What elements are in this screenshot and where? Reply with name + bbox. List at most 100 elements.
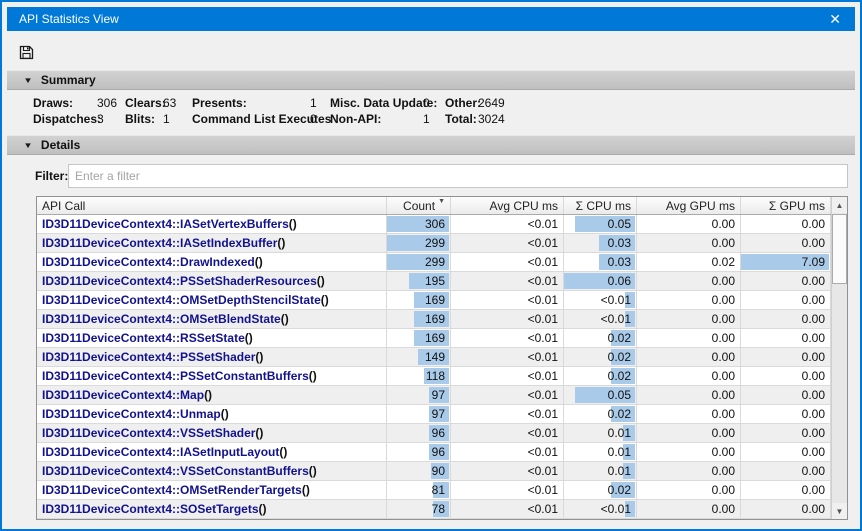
table-header-row: API Call Count▼Avg CPU msΣ CPU ms Avg GPU …	[37, 197, 847, 215]
scroll-down-button[interactable]: ▼	[832, 503, 847, 519]
sum-cpu-cell: 0.01	[564, 424, 637, 442]
table-row[interactable]: ID3D11DeviceContext4::IASetVertexBuffers…	[37, 215, 831, 234]
scroll-thumb[interactable]	[832, 214, 847, 284]
close-icon[interactable]: ✕	[827, 11, 843, 27]
table-row[interactable]: ID3D11DeviceContext4::Map()97<0.010.050.…	[37, 386, 831, 405]
api-call-parens: ()	[302, 483, 310, 497]
api-call-name: ID3D11DeviceContext4::VSSetShader	[42, 426, 255, 440]
cell-value: 7.09	[802, 255, 825, 269]
cell-value: <0.01	[528, 350, 558, 364]
sum-gpu-cell: 0.00	[741, 481, 831, 499]
api-call-parens: ()	[255, 426, 263, 440]
sum-gpu-cell: 0.00	[741, 310, 831, 328]
summary-stats: Draws:306Clears:63Presents:1Misc. Data U…	[33, 95, 528, 127]
table-row[interactable]: ID3D11DeviceContext4::RSSetState()169<0.…	[37, 329, 831, 348]
sum-gpu-cell: 0.00	[741, 462, 831, 480]
column-header-label: Avg GPU ms	[666, 199, 735, 213]
save-button[interactable]	[14, 40, 38, 64]
avg-gpu-cell: 0.00	[637, 462, 741, 480]
table-row[interactable]: ID3D11DeviceContext4::OMSetBlendState()1…	[37, 310, 831, 329]
collapse-triangle-icon: ▼	[23, 141, 33, 150]
cell-value: <0.01	[528, 388, 558, 402]
cell-value: <0.01	[528, 217, 558, 231]
column-header-avg-gpu-ms[interactable]: Avg GPU ms	[637, 197, 741, 214]
summary-stat-value-draws: 306	[97, 96, 125, 110]
table-row[interactable]: ID3D11DeviceContext4::VSSetConstantBuffe…	[37, 462, 831, 481]
count-cell: 90	[387, 462, 451, 480]
sum-cpu-cell: 0.06	[564, 272, 637, 290]
cell-value: 0.06	[608, 274, 631, 288]
table-row[interactable]: ID3D11DeviceContext4::IASetInputLayout()…	[37, 443, 831, 462]
count-cell: 97	[387, 386, 451, 404]
cell-value: 0.00	[802, 388, 825, 402]
avg-cpu-cell: <0.01	[451, 329, 564, 347]
column-header-count[interactable]: Count▼	[387, 197, 451, 214]
cell-value: <0.01	[528, 312, 558, 326]
api-call-cell: ID3D11DeviceContext4::OMSetBlendState()	[37, 310, 387, 328]
summary-stat-value-misc-data-update: 0	[423, 96, 445, 110]
column-header-avg-cpu-ms[interactable]: Avg CPU ms	[451, 197, 564, 214]
api-call-name: ID3D11DeviceContext4::Map	[42, 388, 204, 402]
table-row[interactable]: ID3D11DeviceContext4::PSSetShaderResourc…	[37, 272, 831, 291]
sum-cpu-cell: 0.05	[564, 215, 637, 233]
avg-gpu-cell: 0.00	[637, 500, 741, 518]
cell-value: 0.02	[608, 407, 631, 421]
cell-value: 0.00	[712, 293, 735, 307]
avg-cpu-cell: <0.01	[451, 272, 564, 290]
summary-stat-label-clears: Clears:	[125, 96, 163, 110]
vertical-scrollbar[interactable]: ▲ ▼	[831, 197, 847, 519]
cell-value: 90	[432, 464, 445, 478]
cell-value: 0.01	[608, 445, 631, 459]
cell-value: 0.00	[712, 464, 735, 478]
cell-value: 0.00	[712, 426, 735, 440]
sum-gpu-cell: 0.00	[741, 348, 831, 366]
api-call-name: ID3D11DeviceContext4::RSSetState	[42, 331, 245, 345]
table-row[interactable]: ID3D11DeviceContext4::OMSetDepthStencilS…	[37, 291, 831, 310]
summary-stat-value-total: 3024	[478, 112, 528, 126]
table-row[interactable]: ID3D11DeviceContext4::SOSetTargets()78<0…	[37, 500, 831, 519]
sum-gpu-cell: 0.00	[741, 215, 831, 233]
cell-value: <0.01	[601, 312, 631, 326]
table-row[interactable]: ID3D11DeviceContext4::VSSetShader()96<0.…	[37, 424, 831, 443]
cell-value: 0.00	[712, 445, 735, 459]
api-call-cell: ID3D11DeviceContext4::OMSetDepthStencilS…	[37, 291, 387, 309]
avg-gpu-cell: 0.00	[637, 291, 741, 309]
summary-stat-label-misc-data-update: Misc. Data Update:	[330, 96, 423, 110]
sum-cpu-cell: <0.01	[564, 500, 637, 518]
sum-cpu-cell: 0.02	[564, 367, 637, 385]
sum-gpu-cell: 0.00	[741, 500, 831, 518]
avg-gpu-cell: 0.00	[637, 481, 741, 499]
filter-input[interactable]	[68, 164, 848, 188]
cell-value: 97	[432, 388, 445, 402]
api-call-name: ID3D11DeviceContext4::IASetIndexBuffer	[42, 236, 277, 250]
api-call-name: ID3D11DeviceContext4::VSSetConstantBuffe…	[42, 464, 309, 478]
cell-value: <0.01	[528, 255, 558, 269]
api-call-parens: ()	[277, 236, 285, 250]
table-row[interactable]: ID3D11DeviceContext4::PSSetShader()149<0…	[37, 348, 831, 367]
column-header-gpu-ms[interactable]: Σ GPU ms	[741, 197, 831, 214]
count-cell: 299	[387, 234, 451, 252]
cell-value: 0.00	[802, 464, 825, 478]
api-call-cell: ID3D11DeviceContext4::IASetInputLayout()	[37, 443, 387, 461]
summary-stat-label-command-list-executes: Command List Executes	[192, 112, 310, 126]
details-section-header[interactable]: ▼ Details	[7, 135, 855, 155]
titlebar[interactable]: API Statistics View ✕	[7, 7, 855, 31]
column-header-cpu-ms[interactable]: Σ CPU ms	[564, 197, 637, 214]
summary-section-header[interactable]: ▼ Summary	[7, 70, 855, 90]
table-row[interactable]: ID3D11DeviceContext4::IASetIndexBuffer()…	[37, 234, 831, 253]
api-call-parens: ()	[317, 274, 325, 288]
table-row[interactable]: ID3D11DeviceContext4::OMSetRenderTargets…	[37, 481, 831, 500]
cell-value: 0.05	[608, 217, 631, 231]
column-header-label: API Call	[42, 199, 85, 213]
table-row[interactable]: ID3D11DeviceContext4::Unmap()97<0.010.02…	[37, 405, 831, 424]
avg-cpu-cell: <0.01	[451, 386, 564, 404]
summary-stat-label-blits: Blits:	[125, 112, 163, 126]
column-header-api-call[interactable]: API Call	[37, 197, 387, 214]
table-row[interactable]: ID3D11DeviceContext4::DrawIndexed()299<0…	[37, 253, 831, 272]
cell-value: 0.00	[712, 217, 735, 231]
table-row[interactable]: ID3D11DeviceContext4::PSSetConstantBuffe…	[37, 367, 831, 386]
cell-value: <0.01	[528, 445, 558, 459]
cell-value: 299	[425, 255, 445, 269]
cell-value: 0.00	[802, 274, 825, 288]
scroll-up-button[interactable]: ▲	[832, 197, 847, 213]
